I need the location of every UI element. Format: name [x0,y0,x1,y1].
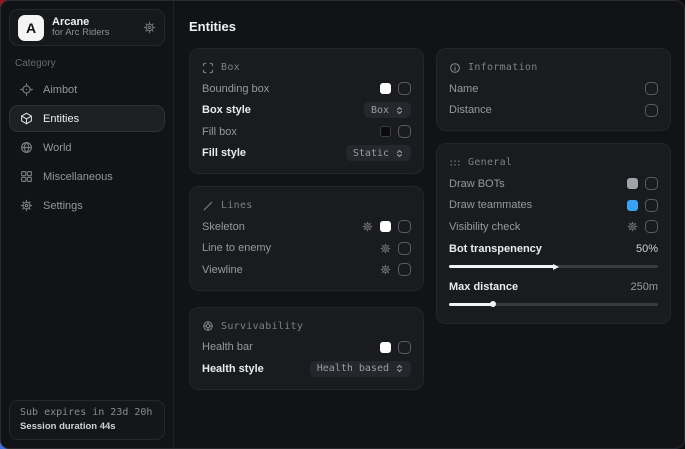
scan-brackets-icon [202,62,214,74]
row-max-distance: Max distance 250m [449,276,658,298]
row-fill-style: Fill style Static [202,143,411,165]
row-line-to-enemy: Line to enemy [202,238,411,260]
panel-general-header: General [449,152,658,173]
color-swatch[interactable] [380,126,391,137]
line-to-enemy-checkbox[interactable] [398,242,411,255]
app-logo: A [18,15,44,41]
chevrons-up-down-icon [395,106,404,115]
logo-text: Arcane for Arc Riders [52,16,110,40]
color-swatch[interactable] [380,83,391,94]
cube-icon [20,112,33,125]
draw-teammates-checkbox[interactable] [645,199,658,212]
panel-box: Box Bounding box Box style Box [189,48,424,174]
row-bot-transparency: Bot transpenency 50% [449,239,658,261]
health-bar-checkbox[interactable] [398,341,411,354]
panel-lines: Lines Skeleton [189,186,424,291]
distance-checkbox[interactable] [645,104,658,117]
sidebar-item-miscellaneous[interactable]: Miscellaneous [9,163,165,190]
skeleton-checkbox[interactable] [398,220,411,233]
diagonal-line-icon [202,200,214,212]
grid-icon [20,170,33,183]
row-visibility-check: Visibility check [449,216,658,238]
gear-icon[interactable] [143,21,156,34]
row-skeleton: Skeleton [202,216,411,238]
panel-general: General Draw BOTs Draw teammates [436,143,671,324]
row-health-bar: Health bar [202,337,411,359]
bot-transparency-value: 50% [636,243,658,255]
row-draw-bots: Draw BOTs [449,173,658,195]
session-duration-text: Session duration 44s [20,421,154,432]
max-distance-slider[interactable] [449,303,658,306]
page-title: Entities [189,19,671,34]
crosshair-icon [20,83,33,96]
app-subtitle: for Arc Riders [52,28,110,39]
row-name: Name [449,78,658,100]
row-distance: Distance [449,100,658,122]
color-swatch[interactable] [627,178,638,189]
panel-box-header: Box [202,57,411,78]
gear-icon [20,199,33,212]
fill-box-checkbox[interactable] [398,125,411,138]
sidebar-item-label: Entities [43,113,79,125]
panel-information-header: Information [449,57,658,78]
color-swatch[interactable] [627,200,638,211]
color-swatch[interactable] [380,221,391,232]
panel-survivability: Survivability Health bar Health style He… [189,307,424,390]
session-info: Sub expires in 23d 20h Session duration … [9,400,165,440]
panel-survivability-header: Survivability [202,316,411,337]
category-label: Category [15,58,159,69]
row-draw-teammates: Draw teammates [449,195,658,217]
chevrons-up-down-icon [395,364,404,373]
draw-bots-checkbox[interactable] [645,177,658,190]
max-distance-value: 250m [630,281,658,293]
config-gear-icon[interactable] [627,221,638,232]
row-viewline: Viewline [202,259,411,281]
sidebar-item-aimbot[interactable]: Aimbot [9,76,165,103]
row-box-style: Box style Box [202,100,411,122]
max-distance-group: Max distance 250m [449,276,658,306]
bot-transparency-slider[interactable] [449,265,658,268]
sidebar-nav: Aimbot Entities World [9,75,165,220]
row-fill-box: Fill box [202,121,411,143]
viewline-checkbox[interactable] [398,263,411,276]
sidebar-item-label: World [43,142,72,154]
name-checkbox[interactable] [645,82,658,95]
panel-lines-header: Lines [202,195,411,216]
panel-information: Information Name Distance [436,48,671,131]
bot-transparency-group: Bot transpenency 50% [449,239,658,269]
config-gear-icon[interactable] [362,221,373,232]
fill-style-dropdown[interactable]: Static [346,145,411,161]
visibility-check-checkbox[interactable] [645,220,658,233]
main-content: Entities Box Bounding box [174,1,684,448]
logo-card: A Arcane for Arc Riders [9,9,165,46]
dots-grid-icon [449,157,461,169]
sidebar-item-label: Aimbot [43,84,77,96]
app-window: A Arcane for Arc Riders Category [0,0,685,449]
info-icon [449,62,461,74]
lifebuoy-icon [202,320,214,332]
config-gear-icon[interactable] [380,243,391,254]
chevrons-up-down-icon [395,149,404,158]
globe-icon [20,141,33,154]
box-style-dropdown[interactable]: Box [364,102,411,118]
row-health-style: Health style Health based [202,358,411,380]
sidebar-item-entities[interactable]: Entities [9,105,165,132]
config-gear-icon[interactable] [380,264,391,275]
sidebar: A Arcane for Arc Riders Category [1,1,174,448]
sidebar-item-settings[interactable]: Settings [9,192,165,219]
sidebar-item-label: Miscellaneous [43,171,113,183]
sidebar-item-world[interactable]: World [9,134,165,161]
health-style-dropdown[interactable]: Health based [310,361,411,377]
row-bounding-box: Bounding box [202,78,411,100]
bounding-box-checkbox[interactable] [398,82,411,95]
sidebar-item-label: Settings [43,200,83,212]
sub-expiry-text: Sub expires in 23d 20h [20,407,154,418]
color-swatch[interactable] [380,342,391,353]
